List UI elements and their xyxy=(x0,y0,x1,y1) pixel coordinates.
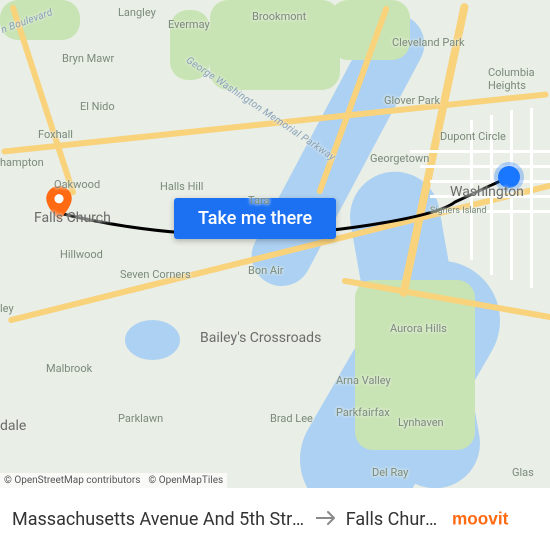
arrow-right-icon xyxy=(316,510,336,529)
cta-label: Take me there xyxy=(198,208,312,229)
map[interactable]: Take me there Langley Evermay Brookmont … xyxy=(0,0,550,488)
road xyxy=(470,120,473,260)
place-label: Bryn Mawr xyxy=(62,52,114,65)
map-attribution: © OpenStreetMap contributors © OpenMapTi… xyxy=(0,473,227,488)
place-label: El Nido xyxy=(80,100,115,113)
road xyxy=(530,108,533,288)
place-label: Hillwood xyxy=(60,248,103,261)
svg-text:moovit: moovit xyxy=(452,509,509,529)
destination-label: Falls Churc… xyxy=(346,509,444,530)
destination-marker[interactable] xyxy=(46,200,72,226)
moovit-logo[interactable]: moovit xyxy=(452,504,538,534)
park-area-d xyxy=(355,280,475,450)
place-label: Brad Lee xyxy=(270,412,313,425)
park-area-a xyxy=(210,0,340,90)
place-label: hampton xyxy=(0,156,44,169)
place-label: Glas xyxy=(512,466,534,479)
lake-barcroft xyxy=(125,320,180,360)
place-label: Columbia Heights xyxy=(488,66,548,92)
road xyxy=(440,210,550,213)
take-me-there-button[interactable]: Take me there xyxy=(174,198,336,239)
attribution-omt: © OpenMapTiles xyxy=(148,475,223,486)
road xyxy=(410,150,550,153)
route-summary: Massachusetts Avenue And 5th Stre… Falls… xyxy=(12,509,444,530)
road xyxy=(490,115,493,275)
place-label: dale xyxy=(0,418,26,434)
place-label: Halls Hill xyxy=(160,180,203,193)
road xyxy=(510,110,513,280)
route-footer: Massachusetts Avenue And 5th Stre… Falls… xyxy=(0,488,550,550)
park-area-c xyxy=(170,10,210,80)
highway xyxy=(1,91,549,154)
place-label: Georgetown xyxy=(370,152,429,165)
place-label: ley xyxy=(0,302,14,315)
place-label: Langley xyxy=(118,6,156,19)
place-label: Parklawn xyxy=(118,412,163,425)
attribution-osm: © OpenStreetMap contributors xyxy=(4,475,140,486)
place-label: Malbrook xyxy=(46,362,92,375)
place-label: Bailey's Crossroads xyxy=(200,330,321,346)
origin-marker[interactable] xyxy=(498,166,520,188)
origin-label: Massachusetts Avenue And 5th Stre… xyxy=(12,509,306,530)
map-pin-icon xyxy=(46,186,72,220)
